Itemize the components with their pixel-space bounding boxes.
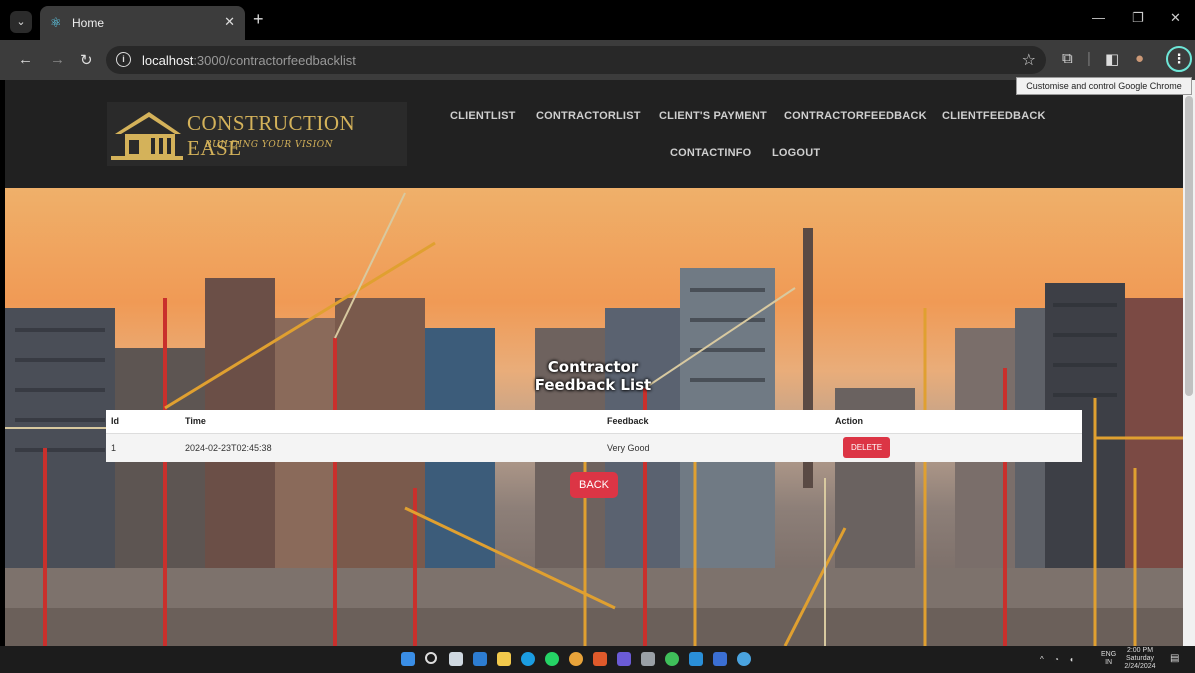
header-time: Time bbox=[180, 410, 602, 434]
file-explorer-icon[interactable] bbox=[497, 652, 511, 666]
chrome-icon[interactable] bbox=[569, 652, 583, 666]
app-icon-5[interactable] bbox=[737, 652, 751, 666]
menu-tooltip: Customise and control Google Chrome bbox=[1016, 77, 1192, 95]
house-logo-icon bbox=[111, 112, 183, 160]
restore-icon[interactable]: ❐ bbox=[1132, 10, 1144, 26]
brave-icon[interactable] bbox=[593, 652, 607, 666]
search-icon[interactable] bbox=[425, 652, 437, 664]
page-title: Contractor Feedback List bbox=[534, 358, 652, 394]
minimize-icon[interactable]: — bbox=[1092, 10, 1105, 25]
nav-contractorlist[interactable]: CONTRACTORLIST bbox=[536, 110, 641, 122]
nav-clientlist[interactable]: CLIENTLIST bbox=[450, 110, 516, 122]
table-row: 1 2024-02-23T02:45:38 Very Good DELETE bbox=[106, 433, 1082, 462]
reload-icon[interactable]: ↻ bbox=[80, 51, 93, 69]
app-icon[interactable] bbox=[617, 652, 631, 666]
site-info-icon[interactable]: i bbox=[116, 52, 131, 67]
app-icon-2[interactable] bbox=[641, 652, 655, 666]
nav-contactinfo[interactable]: CONTACTINFO bbox=[670, 147, 751, 159]
cell-id: 1 bbox=[106, 433, 180, 462]
chrome-menu-icon[interactable]: ⋮ bbox=[1166, 46, 1192, 72]
tray-chevron-icon[interactable]: ^ bbox=[1040, 655, 1044, 664]
app-icon-3[interactable] bbox=[665, 652, 679, 666]
system-clock[interactable]: 2:00 PM Saturday 2/24/2024 bbox=[1120, 647, 1160, 671]
address-toolbar: ← → ↻ i localhost:3000/contractorfeedbac… bbox=[0, 40, 1195, 80]
edge-icon[interactable] bbox=[521, 652, 535, 666]
vscode-icon[interactable] bbox=[689, 652, 703, 666]
profile-avatar-icon[interactable]: ● bbox=[1135, 50, 1144, 67]
tab-search-icon[interactable]: ⌄ bbox=[10, 11, 32, 33]
site-header: CONSTRUCTION EASE BUILDING YOUR VISION C… bbox=[5, 80, 1183, 188]
side-panel-icon[interactable]: ◧ bbox=[1105, 50, 1119, 68]
windows-taskbar: ^ ◔ ◖ ENG IN 2:00 PM Saturday 2/24/2024 ▤ bbox=[0, 646, 1195, 673]
wifi-icon[interactable]: ◔ bbox=[1054, 655, 1059, 664]
task-view-icon[interactable] bbox=[449, 652, 463, 666]
header-id: Id bbox=[106, 410, 180, 434]
start-icon[interactable] bbox=[401, 652, 415, 666]
page-scrollbar[interactable] bbox=[1183, 80, 1195, 646]
close-icon[interactable]: ✕ bbox=[224, 14, 235, 30]
site-logo[interactable]: CONSTRUCTION EASE BUILDING YOUR VISION bbox=[107, 102, 407, 166]
tab-title: Home bbox=[72, 16, 105, 30]
toolbar-divider: | bbox=[1087, 50, 1091, 67]
delete-button[interactable]: DELETE bbox=[843, 437, 891, 459]
back-button[interactable]: BACK bbox=[570, 472, 618, 498]
cell-time: 2024-02-23T02:45:38 bbox=[180, 433, 602, 462]
nav-clientfeedback[interactable]: CLIENTFEEDBACK bbox=[942, 110, 1046, 122]
header-feedback: Feedback bbox=[602, 410, 830, 434]
bookmark-star-icon[interactable]: ☆ bbox=[1022, 50, 1036, 70]
window-close-icon[interactable]: ✕ bbox=[1170, 10, 1181, 26]
feedback-table: Id Time Feedback Action 1 2024-02-23T02:… bbox=[106, 410, 1082, 462]
whatsapp-icon[interactable] bbox=[545, 652, 559, 666]
logo-tagline: BUILDING YOUR VISION bbox=[205, 140, 333, 150]
volume-icon[interactable]: ◖ bbox=[1069, 655, 1074, 664]
logo-name: CONSTRUCTION EASE bbox=[187, 111, 356, 160]
url-bar[interactable]: i localhost:3000/contractorfeedbacklist … bbox=[106, 46, 1046, 74]
browser-tab-home[interactable]: ⚛ Home ✕ bbox=[40, 6, 245, 40]
nav-clients-payment[interactable]: CLIENT'S PAYMENT bbox=[659, 110, 767, 122]
header-action: Action bbox=[830, 410, 1082, 434]
notifications-icon[interactable]: ▤ bbox=[1170, 653, 1179, 664]
url-text[interactable]: localhost:3000/contractorfeedbacklist bbox=[142, 53, 356, 68]
forward-arrow-icon[interactable]: → bbox=[50, 51, 65, 68]
new-tab-icon[interactable]: + bbox=[253, 9, 264, 30]
widgets-icon[interactable] bbox=[473, 652, 487, 666]
language-indicator[interactable]: ENG IN bbox=[1101, 651, 1116, 667]
extensions-icon[interactable]: ⧉ bbox=[1062, 50, 1073, 67]
cell-feedback: Very Good bbox=[602, 433, 830, 462]
nav-contractorfeedback[interactable]: CONTRACTORFEEDBACK bbox=[784, 110, 927, 122]
page-viewport: CONSTRUCTION EASE BUILDING YOUR VISION C… bbox=[5, 80, 1183, 646]
react-favicon-icon: ⚛ bbox=[50, 15, 62, 30]
browser-tab-bar: ⌄ ⚛ Home ✕ + — ❐ ✕ bbox=[0, 0, 1195, 40]
scroll-thumb[interactable] bbox=[1185, 96, 1193, 396]
back-arrow-icon[interactable]: ← bbox=[18, 51, 33, 68]
cell-action: DELETE bbox=[830, 433, 1082, 462]
nav-logout[interactable]: LOGOUT bbox=[772, 147, 820, 159]
table-header-row: Id Time Feedback Action bbox=[106, 410, 1082, 434]
app-icon-4[interactable] bbox=[713, 652, 727, 666]
